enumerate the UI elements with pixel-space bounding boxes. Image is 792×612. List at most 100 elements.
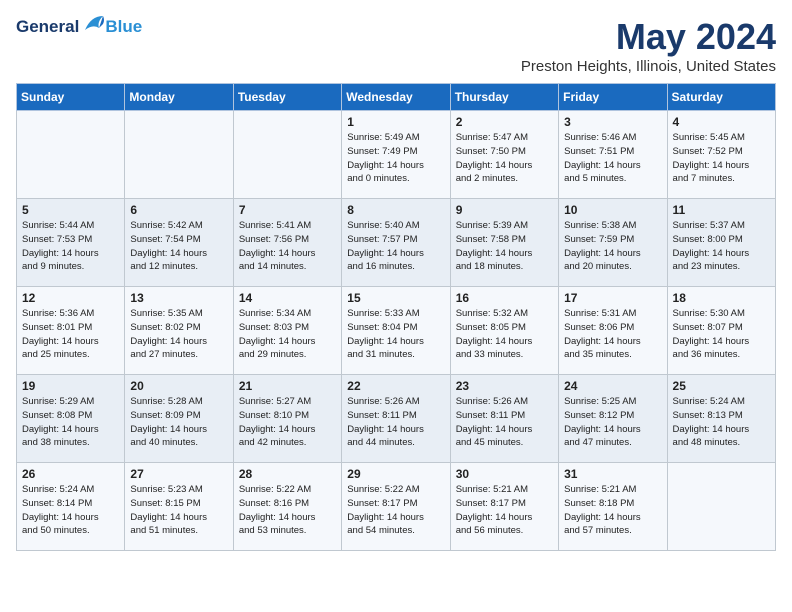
day-info: Sunrise: 5:37 AM Sunset: 8:00 PM Dayligh… bbox=[673, 219, 770, 274]
calendar-day-cell: 16 Sunrise: 5:32 AM Sunset: 8:05 PM Dayli… bbox=[450, 287, 558, 375]
calendar-day-cell: 2 Sunrise: 5:47 AM Sunset: 7:50 PM Daylig… bbox=[450, 111, 558, 199]
day-info: Sunrise: 5:44 AM Sunset: 7:53 PM Dayligh… bbox=[22, 219, 119, 274]
day-info: Sunrise: 5:24 AM Sunset: 8:14 PM Dayligh… bbox=[22, 483, 119, 538]
calendar-day-cell: 31 Sunrise: 5:21 AM Sunset: 8:18 PM Dayli… bbox=[559, 463, 667, 551]
calendar-day-cell: 15 Sunrise: 5:33 AM Sunset: 8:04 PM Dayli… bbox=[342, 287, 450, 375]
day-info: Sunrise: 5:27 AM Sunset: 8:10 PM Dayligh… bbox=[239, 395, 336, 450]
day-number: 18 bbox=[673, 291, 770, 305]
calendar-day-cell: 30Sunrise: 5:21 AM Sunset: 8:17 PM Dayli… bbox=[450, 463, 558, 551]
calendar-week-row: 26 Sunrise: 5:24 AM Sunset: 8:14 PM Dayli… bbox=[17, 463, 776, 551]
day-number: 8 bbox=[347, 203, 444, 217]
day-number: 19 bbox=[22, 379, 119, 393]
weekday-header: Saturday bbox=[667, 84, 775, 111]
day-number: 12 bbox=[22, 291, 119, 305]
day-number: 21 bbox=[239, 379, 336, 393]
weekday-header: Friday bbox=[559, 84, 667, 111]
page-header: General Blue May 2024 Preston Heights, I… bbox=[16, 16, 776, 75]
day-info: Sunrise: 5:28 AM Sunset: 8:09 PM Dayligh… bbox=[130, 395, 227, 450]
calendar-day-cell bbox=[233, 111, 341, 199]
day-info: Sunrise: 5:47 AM Sunset: 7:50 PM Dayligh… bbox=[456, 131, 553, 186]
calendar-day-cell: 14 Sunrise: 5:34 AM Sunset: 8:03 PM Dayli… bbox=[233, 287, 341, 375]
calendar-day-cell: 7 Sunrise: 5:41 AM Sunset: 7:56 PM Daylig… bbox=[233, 199, 341, 287]
day-info: Sunrise: 5:49 AM Sunset: 7:49 PM Dayligh… bbox=[347, 131, 444, 186]
day-number: 15 bbox=[347, 291, 444, 305]
day-info: Sunrise: 5:45 AM Sunset: 7:52 PM Dayligh… bbox=[673, 131, 770, 186]
weekday-header-row: SundayMondayTuesdayWednesdayThursdayFrid… bbox=[17, 84, 776, 111]
calendar-day-cell: 22Sunrise: 5:26 AM Sunset: 8:11 PM Dayli… bbox=[342, 375, 450, 463]
day-number: 13 bbox=[130, 291, 227, 305]
day-number: 4 bbox=[673, 115, 770, 129]
day-info: Sunrise: 5:22 AM Sunset: 8:16 PM Dayligh… bbox=[239, 483, 336, 538]
day-info: Sunrise: 5:32 AM Sunset: 8:05 PM Dayligh… bbox=[456, 307, 553, 362]
day-number: 9 bbox=[456, 203, 553, 217]
day-number: 29 bbox=[347, 467, 444, 481]
day-info: Sunrise: 5:21 AM Sunset: 8:18 PM Dayligh… bbox=[564, 483, 661, 538]
calendar-subtitle: Preston Heights, Illinois, United States bbox=[521, 58, 776, 75]
day-info: Sunrise: 5:34 AM Sunset: 8:03 PM Dayligh… bbox=[239, 307, 336, 362]
calendar-day-cell: 23Sunrise: 5:26 AM Sunset: 8:11 PM Dayli… bbox=[450, 375, 558, 463]
calendar-day-cell: 6 Sunrise: 5:42 AM Sunset: 7:54 PM Daylig… bbox=[125, 199, 233, 287]
day-number: 31 bbox=[564, 467, 661, 481]
day-info: Sunrise: 5:46 AM Sunset: 7:51 PM Dayligh… bbox=[564, 131, 661, 186]
day-info: Sunrise: 5:33 AM Sunset: 8:04 PM Dayligh… bbox=[347, 307, 444, 362]
day-info: Sunrise: 5:41 AM Sunset: 7:56 PM Dayligh… bbox=[239, 219, 336, 274]
calendar-day-cell: 19Sunrise: 5:29 AM Sunset: 8:08 PM Dayli… bbox=[17, 375, 125, 463]
day-info: Sunrise: 5:24 AM Sunset: 8:13 PM Dayligh… bbox=[673, 395, 770, 450]
day-number: 28 bbox=[239, 467, 336, 481]
day-number: 2 bbox=[456, 115, 553, 129]
calendar-day-cell: 17 Sunrise: 5:31 AM Sunset: 8:06 PM Dayli… bbox=[559, 287, 667, 375]
calendar-day-cell: 27 Sunrise: 5:23 AM Sunset: 8:15 PM Dayli… bbox=[125, 463, 233, 551]
weekday-header: Thursday bbox=[450, 84, 558, 111]
calendar-day-cell: 28 Sunrise: 5:22 AM Sunset: 8:16 PM Dayli… bbox=[233, 463, 341, 551]
calendar-day-cell bbox=[17, 111, 125, 199]
day-info: Sunrise: 5:40 AM Sunset: 7:57 PM Dayligh… bbox=[347, 219, 444, 274]
calendar-week-row: 12 Sunrise: 5:36 AM Sunset: 8:01 PM Dayli… bbox=[17, 287, 776, 375]
day-info: Sunrise: 5:25 AM Sunset: 8:12 PM Dayligh… bbox=[564, 395, 661, 450]
logo-bird-icon bbox=[83, 14, 105, 37]
day-number: 14 bbox=[239, 291, 336, 305]
calendar-day-cell: 10 Sunrise: 5:38 AM Sunset: 7:59 PM Dayli… bbox=[559, 199, 667, 287]
calendar-day-cell: 26 Sunrise: 5:24 AM Sunset: 8:14 PM Dayli… bbox=[17, 463, 125, 551]
logo: General Blue bbox=[16, 16, 142, 37]
day-number: 11 bbox=[673, 203, 770, 217]
day-number: 7 bbox=[239, 203, 336, 217]
day-info: Sunrise: 5:42 AM Sunset: 7:54 PM Dayligh… bbox=[130, 219, 227, 274]
day-info: Sunrise: 5:39 AM Sunset: 7:58 PM Dayligh… bbox=[456, 219, 553, 274]
calendar-week-row: 19Sunrise: 5:29 AM Sunset: 8:08 PM Dayli… bbox=[17, 375, 776, 463]
day-number: 5 bbox=[22, 203, 119, 217]
day-number: 10 bbox=[564, 203, 661, 217]
day-info: Sunrise: 5:31 AM Sunset: 8:06 PM Dayligh… bbox=[564, 307, 661, 362]
calendar-day-cell: 18 Sunrise: 5:30 AM Sunset: 8:07 PM Dayli… bbox=[667, 287, 775, 375]
day-info: Sunrise: 5:38 AM Sunset: 7:59 PM Dayligh… bbox=[564, 219, 661, 274]
day-number: 3 bbox=[564, 115, 661, 129]
calendar-title-area: May 2024 Preston Heights, Illinois, Unit… bbox=[521, 16, 776, 75]
day-number: 1 bbox=[347, 115, 444, 129]
calendar-day-cell bbox=[125, 111, 233, 199]
day-info: Sunrise: 5:36 AM Sunset: 8:01 PM Dayligh… bbox=[22, 307, 119, 362]
day-number: 16 bbox=[456, 291, 553, 305]
day-number: 17 bbox=[564, 291, 661, 305]
calendar-day-cell: 11 Sunrise: 5:37 AM Sunset: 8:00 PM Dayli… bbox=[667, 199, 775, 287]
calendar-day-cell: 12 Sunrise: 5:36 AM Sunset: 8:01 PM Dayli… bbox=[17, 287, 125, 375]
weekday-header: Sunday bbox=[17, 84, 125, 111]
day-info: Sunrise: 5:23 AM Sunset: 8:15 PM Dayligh… bbox=[130, 483, 227, 538]
day-info: Sunrise: 5:21 AM Sunset: 8:17 PM Dayligh… bbox=[456, 483, 553, 538]
day-number: 20 bbox=[130, 379, 227, 393]
day-info: Sunrise: 5:26 AM Sunset: 8:11 PM Dayligh… bbox=[456, 395, 553, 450]
logo-blue: Blue bbox=[105, 17, 142, 37]
day-info: Sunrise: 5:30 AM Sunset: 8:07 PM Dayligh… bbox=[673, 307, 770, 362]
weekday-header: Monday bbox=[125, 84, 233, 111]
calendar-day-cell: 8 Sunrise: 5:40 AM Sunset: 7:57 PM Daylig… bbox=[342, 199, 450, 287]
calendar-day-cell: 25Sunrise: 5:24 AM Sunset: 8:13 PM Dayli… bbox=[667, 375, 775, 463]
calendar-day-cell: 21 Sunrise: 5:27 AM Sunset: 8:10 PM Dayli… bbox=[233, 375, 341, 463]
calendar-day-cell: 29Sunrise: 5:22 AM Sunset: 8:17 PM Dayli… bbox=[342, 463, 450, 551]
day-number: 26 bbox=[22, 467, 119, 481]
day-info: Sunrise: 5:35 AM Sunset: 8:02 PM Dayligh… bbox=[130, 307, 227, 362]
day-number: 6 bbox=[130, 203, 227, 217]
calendar-week-row: 1 Sunrise: 5:49 AM Sunset: 7:49 PM Daylig… bbox=[17, 111, 776, 199]
day-info: Sunrise: 5:26 AM Sunset: 8:11 PM Dayligh… bbox=[347, 395, 444, 450]
calendar-day-cell bbox=[667, 463, 775, 551]
calendar-table: SundayMondayTuesdayWednesdayThursdayFrid… bbox=[16, 83, 776, 551]
day-number: 27 bbox=[130, 467, 227, 481]
weekday-header: Wednesday bbox=[342, 84, 450, 111]
